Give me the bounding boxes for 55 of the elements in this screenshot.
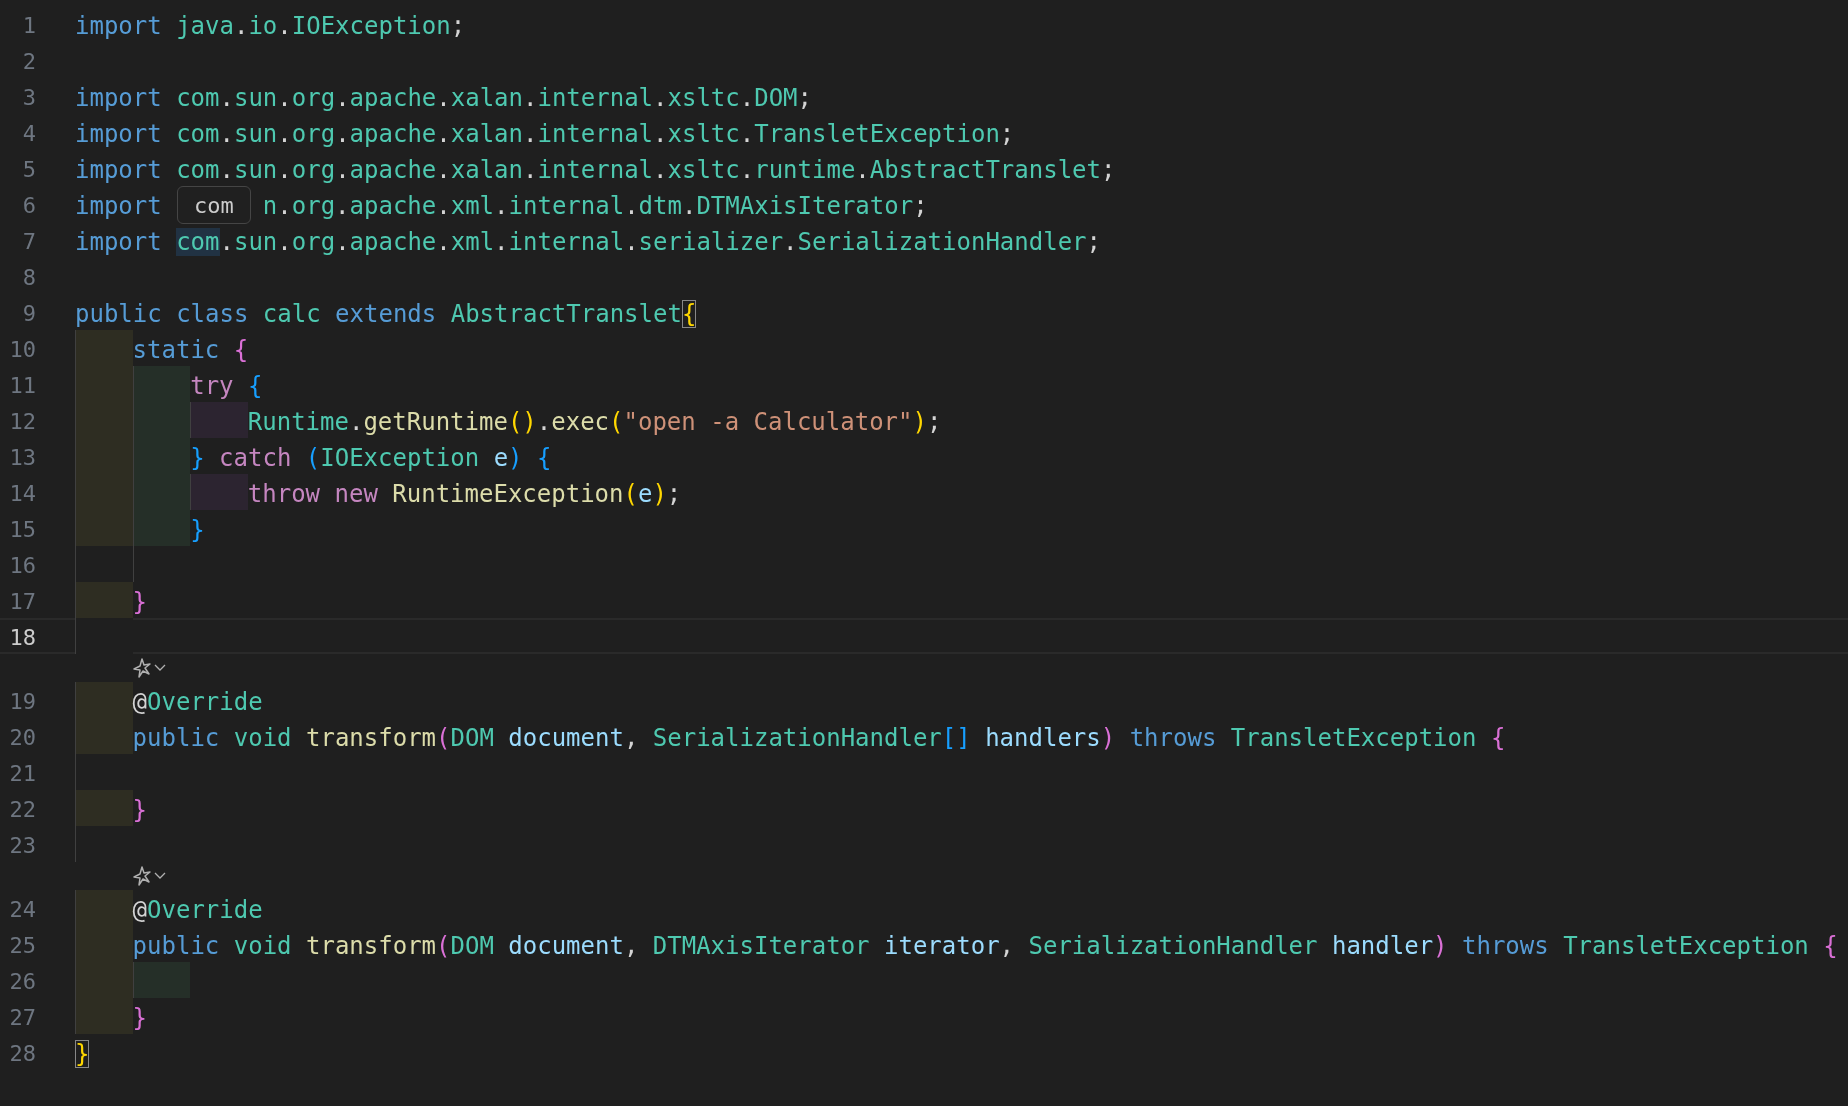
line-number: 24 bbox=[8, 896, 36, 924]
code-line: import bbox=[75, 191, 162, 220]
line-number: 20 bbox=[8, 724, 36, 752]
code-line: import com.sun.org.apache.xalan.internal.xsltc.DOM; bbox=[75, 83, 812, 112]
code-line: import com.sun.org.apache.xml.internal.serializer.SerializationHandler; bbox=[75, 227, 1101, 256]
line-number: 14 bbox=[8, 480, 36, 508]
line-number: 12 bbox=[8, 408, 36, 436]
line-number: 10 bbox=[8, 336, 36, 364]
code-line: import com.sun.org.apache.xalan.internal.xsltc.TransletException; bbox=[75, 119, 1015, 148]
line-number: 17 bbox=[8, 588, 36, 616]
line-number: 4 bbox=[21, 120, 36, 148]
code-line: @Override bbox=[132, 895, 263, 924]
code-line: throw new RuntimeException(e); bbox=[247, 479, 682, 508]
line-number: 27 bbox=[8, 1004, 36, 1032]
code-line: public void transform(DOM document, DTMAxisIterator iterator, SerializationHandler handler) throws TransletException { bbox=[132, 931, 1838, 960]
line-number: 18 bbox=[8, 624, 36, 652]
line-number: 26 bbox=[8, 968, 36, 996]
line-number: 1 bbox=[21, 12, 36, 40]
code-line: } catch (IOException e) { bbox=[190, 443, 552, 472]
line-number: 28 bbox=[8, 1040, 36, 1068]
code-line: } bbox=[132, 795, 148, 824]
code-line: import java.io.IOException; bbox=[75, 11, 466, 40]
line-number: 7 bbox=[21, 228, 36, 256]
line-number: 23 bbox=[8, 832, 36, 860]
code-line: try { bbox=[190, 371, 263, 400]
sparkle-icon[interactable] bbox=[132, 658, 152, 678]
line-number: 5 bbox=[21, 156, 36, 184]
chevron-down-icon[interactable] bbox=[154, 664, 166, 672]
code-line: } bbox=[132, 587, 148, 616]
code-line: public void transform(DOM document, SerializationHandler[] handlers) throws TransletException { bbox=[132, 723, 1506, 752]
line-number: 11 bbox=[8, 372, 36, 400]
code-line: import com.sun.org.apache.xalan.internal.xsltc.runtime.AbstractTranslet; bbox=[75, 155, 1116, 184]
line-number: 19 bbox=[8, 688, 36, 716]
code-line: public class calc extends AbstractTranslet{ bbox=[75, 299, 697, 328]
line-number: 21 bbox=[8, 760, 36, 788]
line-number: 3 bbox=[21, 84, 36, 112]
hover-tooltip: com bbox=[177, 186, 251, 224]
code-line: } bbox=[190, 515, 205, 544]
code-line: Runtime.getRuntime().exec("open -a Calculator"); bbox=[247, 407, 942, 436]
line-number: 9 bbox=[21, 300, 36, 328]
chevron-down-icon[interactable] bbox=[154, 872, 166, 880]
line-number: 8 bbox=[21, 264, 36, 292]
code-line: @Override bbox=[132, 687, 263, 716]
line-number: 15 bbox=[8, 516, 36, 544]
line-number: 2 bbox=[21, 48, 36, 76]
line-number: 6 bbox=[21, 192, 36, 220]
code-line: n.org.apache.xml.internal.dtm.DTMAxisIterator; bbox=[262, 191, 928, 220]
code-line: static { bbox=[132, 335, 249, 364]
line-number: 13 bbox=[8, 444, 36, 472]
line-number: 25 bbox=[8, 932, 36, 960]
line-number: 22 bbox=[8, 796, 36, 824]
sparkle-icon[interactable] bbox=[132, 866, 152, 886]
line-number: 16 bbox=[8, 552, 36, 580]
code-line: } bbox=[75, 1039, 90, 1068]
code-line: } bbox=[132, 1003, 148, 1032]
